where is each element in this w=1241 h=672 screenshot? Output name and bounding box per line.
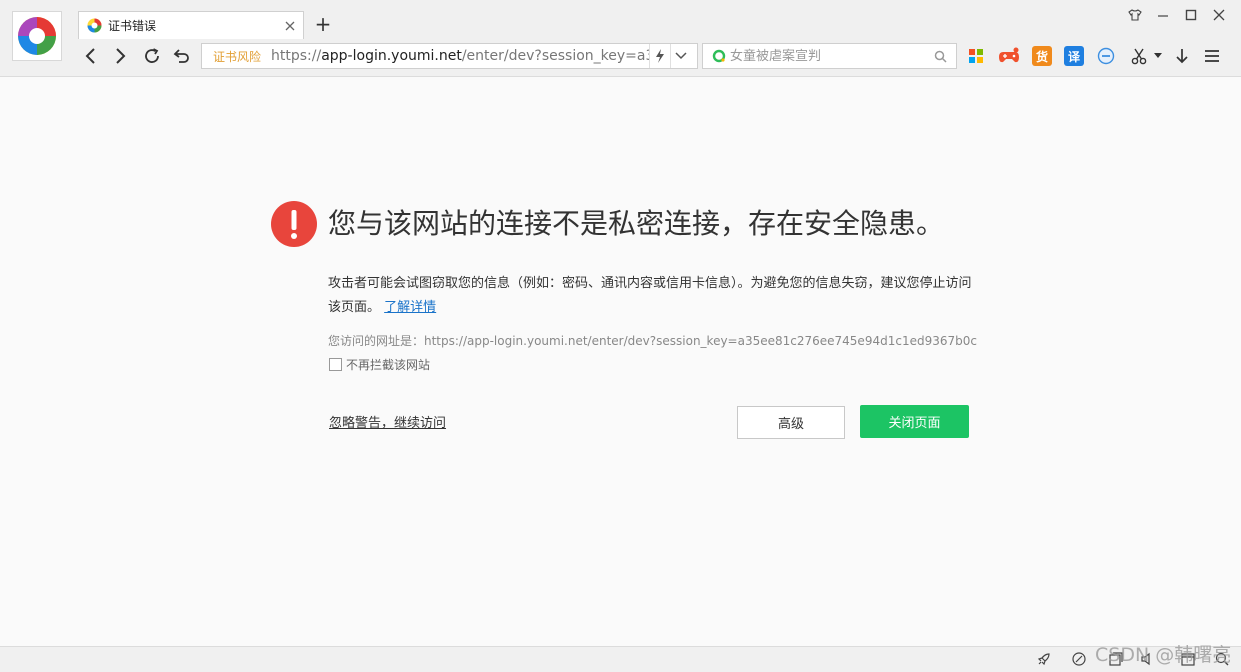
- close-window-icon[interactable]: [1211, 6, 1227, 24]
- search-input[interactable]: [726, 46, 934, 66]
- maximize-icon[interactable]: [1183, 6, 1199, 24]
- advanced-button[interactable]: 高级: [737, 406, 845, 439]
- refresh-icon[interactable]: [140, 44, 164, 68]
- url-host: app-login.youmi.net: [321, 48, 462, 64]
- ad-block-icon[interactable]: [1096, 46, 1116, 66]
- search-engine-icon[interactable]: [712, 49, 726, 63]
- search-bar: [702, 43, 957, 69]
- chevron-down-icon[interactable]: [670, 44, 691, 68]
- apps-grid-icon[interactable]: [966, 46, 986, 66]
- rocket-icon[interactable]: [1036, 651, 1052, 667]
- learn-more-link[interactable]: 了解详情: [384, 300, 436, 315]
- menu-hamburger-icon[interactable]: [1202, 46, 1222, 66]
- back-arrow-icon[interactable]: [79, 44, 103, 68]
- minimize-icon[interactable]: [1155, 6, 1171, 24]
- tab-title: 证书错误: [108, 19, 157, 33]
- close-page-button[interactable]: 关闭页面: [860, 405, 969, 438]
- tab-close-icon[interactable]: [283, 19, 297, 33]
- dont-block-label[interactable]: 不再拦截该网站: [346, 356, 430, 373]
- goods-extension-icon[interactable]: 货: [1032, 46, 1052, 66]
- skin-shirt-icon[interactable]: [1127, 6, 1143, 24]
- certificate-risk-badge[interactable]: 证书风险: [213, 48, 261, 65]
- url-path: /enter/dev?session_key=a35e: [461, 48, 649, 64]
- warning-description: 攻击者可能会试图窃取您的信息（例如：密码、通讯内容或信用卡信息）。为避免您的信息…: [328, 272, 978, 320]
- tab-favicon-icon: [87, 18, 102, 33]
- search-icon[interactable]: [934, 50, 947, 63]
- browser-chrome: 证书错误 + 证书风险 https://app-login.youmi.net/…: [0, 0, 1241, 77]
- new-tab-button[interactable]: +: [312, 13, 334, 35]
- leaf-icon[interactable]: [1071, 651, 1087, 667]
- tab-certificate-error[interactable]: 证书错误: [78, 11, 304, 39]
- dont-block-checkbox[interactable]: [329, 358, 342, 371]
- translate-extension-icon[interactable]: 译: [1064, 46, 1084, 66]
- csdn-watermark: CSDN @韩曙亮: [1095, 644, 1232, 666]
- url-scheme: https://: [271, 48, 322, 64]
- ignore-warning-link[interactable]: 忽略警告，继续访问: [329, 412, 446, 431]
- scissors-screenshot-icon[interactable]: [1129, 46, 1149, 66]
- status-bar: [0, 646, 1241, 672]
- url-text[interactable]: https://app-login.youmi.net/enter/dev?se…: [271, 48, 649, 64]
- navigation-toolbar: 证书风险 https://app-login.youmi.net/enter/d…: [0, 39, 1241, 75]
- dont-block-option: 不再拦截该网站: [329, 356, 430, 373]
- game-controller-icon[interactable]: [998, 46, 1020, 66]
- warning-exclamation-icon: [271, 201, 317, 247]
- screenshot-dropdown-icon[interactable]: [1153, 46, 1163, 66]
- download-icon[interactable]: [1172, 46, 1192, 66]
- page-title: 您与该网站的连接不是私密连接，存在安全隐患。: [328, 207, 945, 240]
- visited-url-text: 您访问的网址是：https://app-login.youmi.net/ente…: [328, 334, 977, 348]
- forward-arrow-icon[interactable]: [108, 44, 132, 68]
- address-bar[interactable]: 证书风险 https://app-login.youmi.net/enter/d…: [201, 43, 698, 69]
- lightning-icon[interactable]: [649, 44, 670, 68]
- window-controls: [1127, 6, 1227, 24]
- undo-close-tab-icon[interactable]: [169, 44, 193, 68]
